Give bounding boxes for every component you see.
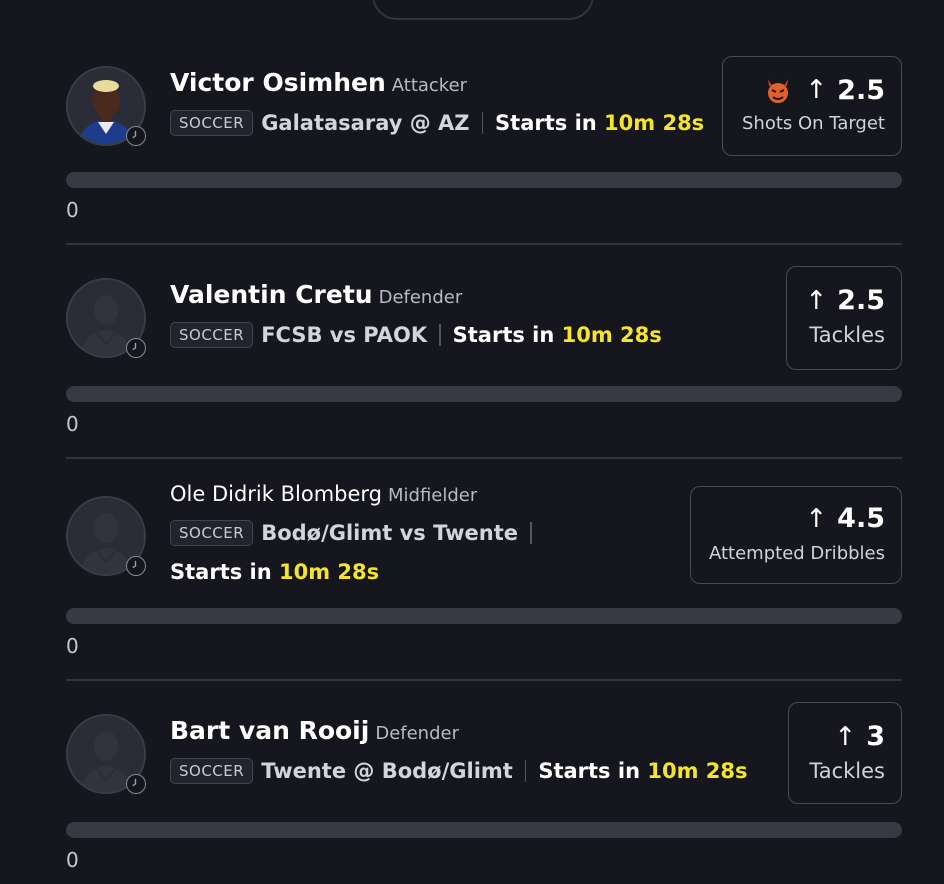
progress-bar [66, 386, 902, 402]
divider [66, 243, 902, 245]
avatar [66, 66, 146, 146]
sport-badge: SOCCER [170, 520, 254, 546]
stat-type: Tackles [809, 759, 885, 783]
avatar [66, 496, 146, 576]
countdown: 10m 28s [279, 560, 380, 584]
stat-type: Shots On Target [742, 113, 885, 134]
separator [530, 522, 532, 544]
up-arrow-icon: ↑ [805, 285, 828, 316]
projection-box[interactable]: ↑ 3 Tackles [788, 702, 902, 804]
progress-value: 0 [66, 848, 79, 872]
projection-line: ↑ 4.5 [805, 505, 885, 532]
projection-line: ↑ 2.5 [763, 75, 885, 105]
player-name: Ole Didrik Blomberg [170, 482, 382, 506]
up-arrow-icon: ↑ [834, 721, 857, 752]
start-time: Starts in 10m 28s [495, 111, 704, 135]
player-name: Valentin Cretu [170, 280, 373, 309]
player-name-line: Valentin Cretu Defender [170, 280, 462, 309]
sport-badge: SOCCER [170, 110, 254, 136]
line-value: 2.5 [837, 285, 885, 316]
separator [439, 324, 441, 346]
player-position: Defender [378, 287, 463, 308]
top-pill-button[interactable] [372, 0, 594, 20]
separator [481, 112, 484, 134]
matchup: Twente @ Bodø/Glimt [261, 759, 513, 783]
player-name-line: Bart van Rooij Defender [170, 716, 459, 745]
clock-icon [126, 126, 146, 146]
player-name: Victor Osimhen [170, 68, 386, 97]
matchup: Galatasaray @ AZ [261, 111, 470, 135]
starts-prefix: Starts in [495, 111, 597, 135]
progress-bar [66, 822, 902, 838]
clock-icon [126, 338, 146, 358]
game-info: SOCCER Twente @ Bodø/Glimt Starts in 10m… [170, 758, 747, 784]
line-value: 4.5 [837, 503, 885, 534]
progress-bar [66, 172, 902, 188]
countdown: 10m 28s [647, 759, 748, 783]
stat-type: Attempted Dribbles [709, 543, 885, 564]
up-arrow-icon: ↑ [805, 75, 828, 105]
progress-bar [66, 608, 902, 624]
projection-box[interactable]: ↑ 2.5 Tackles [786, 266, 902, 370]
matchup: Bodø/Glimt vs Twente [261, 521, 519, 545]
player-name: Bart van Rooij [170, 716, 370, 745]
projection-line: ↑ 3 [834, 723, 885, 750]
divider [66, 457, 902, 459]
projection-box[interactable]: ↑ 2.5 Shots On Target [722, 56, 902, 156]
game-info: SOCCER Bodø/Glimt vs Twente [170, 520, 544, 546]
matchup: FCSB vs PAOK [261, 323, 428, 347]
separator [524, 760, 527, 782]
start-time: Starts in 10m 28s [170, 560, 379, 584]
game-info: SOCCER FCSB vs PAOK Starts in 10m 28s [170, 322, 662, 348]
clock-icon [126, 556, 146, 576]
start-time: Starts in 10m 28s [453, 323, 662, 347]
progress-value: 0 [66, 634, 79, 658]
clock-icon [126, 774, 146, 794]
starts-prefix: Starts in [538, 759, 641, 783]
demon-icon [768, 79, 789, 103]
player-name-line: Victor Osimhen Attacker [170, 68, 467, 97]
player-position: Midfielder [388, 485, 478, 506]
sport-badge: SOCCER [170, 758, 254, 784]
starts-prefix: Starts in [170, 560, 272, 584]
avatar [66, 278, 146, 358]
start-time: Starts in 10m 28s [538, 759, 747, 783]
player-position: Attacker [391, 75, 468, 96]
sport-badge: SOCCER [170, 322, 254, 348]
projection-box[interactable]: ↑ 4.5 Attempted Dribbles [690, 486, 902, 584]
projection-line: ↑ 2.5 [805, 287, 885, 314]
up-arrow-icon: ↑ [805, 503, 828, 534]
line-value: 3 [866, 721, 885, 752]
game-info: SOCCER Galatasaray @ AZ Starts in 10m 28… [170, 110, 704, 136]
pick-list: Victor Osimhen Attacker SOCCER Galatasara… [0, 0, 944, 884]
progress-value: 0 [66, 412, 79, 436]
divider [66, 679, 902, 681]
player-name-line: Ole Didrik Blomberg Midfielder [170, 482, 477, 506]
line-value: 2.5 [837, 74, 885, 106]
countdown: 10m 28s [604, 111, 705, 135]
start-time-line: Starts in 10m 28s [170, 560, 379, 584]
avatar [66, 714, 146, 794]
countdown: 10m 28s [561, 323, 662, 347]
player-position: Defender [375, 723, 459, 744]
stat-type: Tackles [809, 323, 885, 347]
starts-prefix: Starts in [452, 323, 555, 347]
progress-value: 0 [66, 198, 79, 222]
